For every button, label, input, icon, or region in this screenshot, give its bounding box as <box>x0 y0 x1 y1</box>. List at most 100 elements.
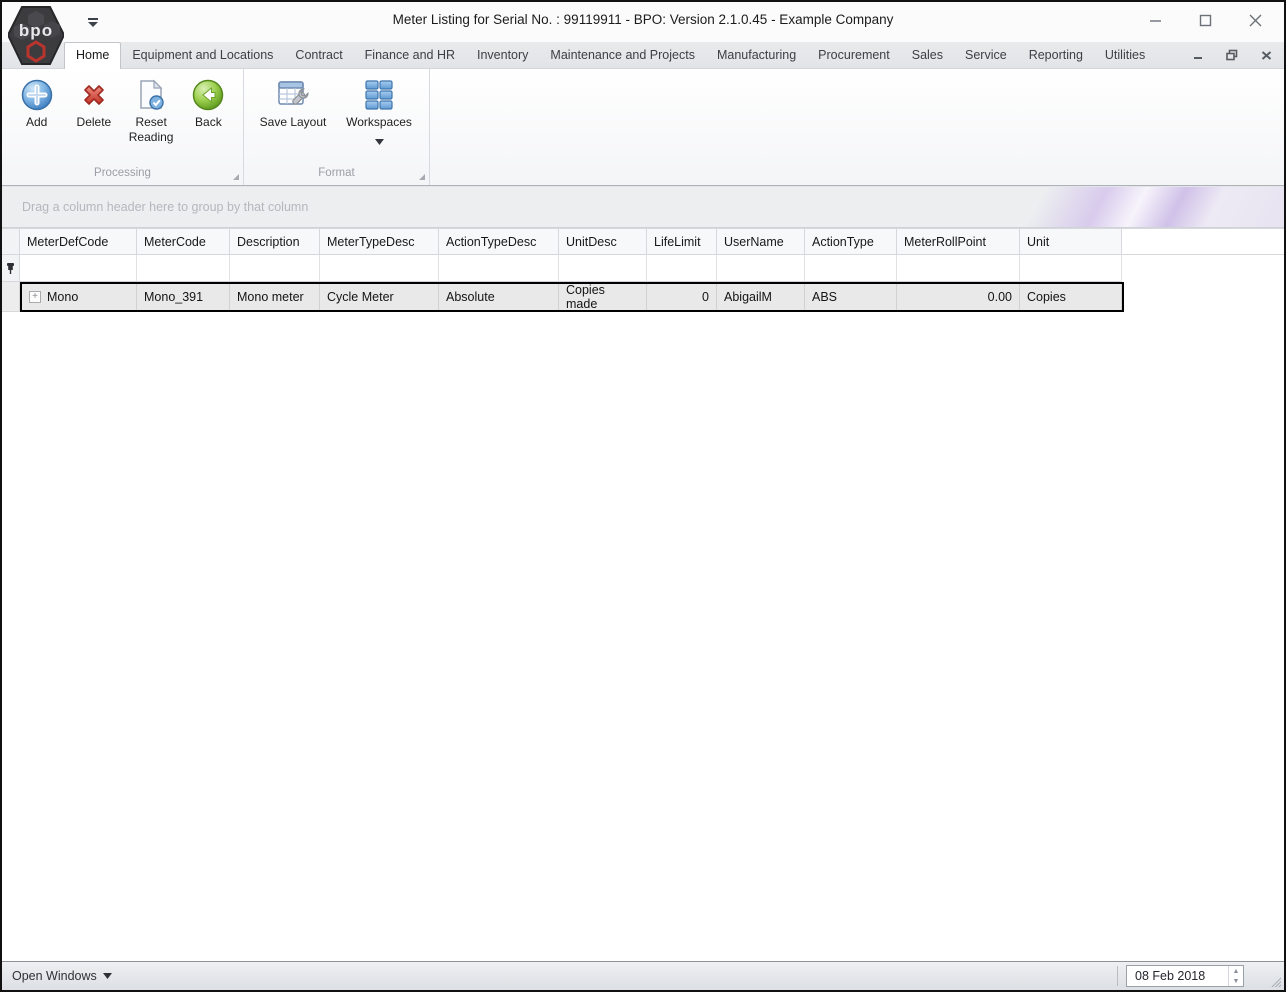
date-editor[interactable]: 08 Feb 2018 ▲ ▼ <box>1126 965 1244 987</box>
add-plus-circle-icon <box>20 78 54 112</box>
filter-cell-actiontypedesc[interactable] <box>439 255 559 282</box>
statusbar-separator <box>1117 966 1118 986</box>
column-header-unit[interactable]: Unit <box>1020 228 1122 255</box>
filter-cell-metertypedesc[interactable] <box>320 255 439 282</box>
titlebar: bpo Meter Listing for Serial No. : 99119… <box>2 2 1284 65</box>
back-button[interactable]: Back <box>180 73 237 130</box>
workspaces-button-label: Workspaces <box>346 115 412 129</box>
header-filler <box>1122 228 1284 255</box>
row-filler <box>1124 282 1284 312</box>
bpo-logo-icon: bpo <box>6 5 66 66</box>
minimize-button[interactable] <box>1144 10 1166 30</box>
cell-username[interactable]: AbigailM <box>717 284 805 310</box>
tab-contract[interactable]: Contract <box>284 43 353 68</box>
save-layout-table-wrench-icon <box>276 78 310 112</box>
filter-cell-metercode[interactable] <box>137 255 230 282</box>
filter-cell-unit[interactable] <box>1020 255 1122 282</box>
add-button[interactable]: Add <box>8 73 65 130</box>
meter-listing-grid: MeterDefCode MeterCode Description Meter… <box>2 228 1284 961</box>
cell-description[interactable]: Mono meter <box>230 284 320 310</box>
cell-metertypedesc[interactable]: Cycle Meter <box>320 284 439 310</box>
mdi-restore-button[interactable] <box>1224 48 1240 62</box>
filter-cell-lifelimit[interactable] <box>647 255 717 282</box>
tab-utilities[interactable]: Utilities <box>1094 43 1156 68</box>
grid-filter-row <box>2 255 1284 282</box>
filter-filler <box>1122 255 1284 282</box>
maximize-button[interactable] <box>1194 10 1216 30</box>
filter-pin-icon <box>2 255 20 282</box>
cell-actiontype[interactable]: ABS <box>805 284 897 310</box>
group-by-panel[interactable]: Drag a column header here to group by th… <box>2 186 1284 228</box>
tab-equipment-and-locations[interactable]: Equipment and Locations <box>121 43 284 68</box>
cell-meterrollpoint[interactable]: 0.00 <box>897 284 1020 310</box>
column-header-unitdesc[interactable]: UnitDesc <box>559 228 647 255</box>
cell-unitdesc[interactable]: Copies made <box>559 283 647 311</box>
tab-service[interactable]: Service <box>954 43 1018 68</box>
tab-sales[interactable]: Sales <box>901 43 954 68</box>
reset-reading-button-label: Reset Reading <box>128 115 174 144</box>
filter-cell-meterdefcode[interactable] <box>20 255 137 282</box>
tab-inventory[interactable]: Inventory <box>466 43 539 68</box>
cell-actiontypedesc[interactable]: Absolute <box>439 284 559 310</box>
group-by-hint: Drag a column header here to group by th… <box>22 200 309 214</box>
workspaces-button[interactable]: Workspaces <box>336 73 422 148</box>
filter-cell-username[interactable] <box>717 255 805 282</box>
open-windows-button[interactable]: Open Windows <box>12 969 112 983</box>
filter-cell-description[interactable] <box>230 255 320 282</box>
cell-unit[interactable]: Copies <box>1020 284 1122 310</box>
column-header-lifelimit[interactable]: LifeLimit <box>647 228 717 255</box>
lavender-decoration <box>1024 187 1284 227</box>
spinner-up-icon[interactable]: ▲ <box>1229 966 1243 976</box>
cell-metercode[interactable]: Mono_391 <box>137 284 230 310</box>
tab-procurement[interactable]: Procurement <box>807 43 901 68</box>
mdi-minimize-button[interactable] <box>1190 48 1206 62</box>
cell-lifelimit[interactable]: 0 <box>647 284 717 310</box>
ribbon-group-processing: Add Delete Reset Reading Back Processing <box>2 69 244 185</box>
row-expand-icon[interactable]: + <box>29 291 41 303</box>
column-header-username[interactable]: UserName <box>717 228 805 255</box>
column-header-meterrollpoint[interactable]: MeterRollPoint <box>897 228 1020 255</box>
group-dialog-launcher-icon[interactable] <box>419 174 425 180</box>
save-layout-button-label: Save Layout <box>259 115 327 129</box>
table-row: + Mono Mono_391 Mono meter Cycle Meter A… <box>2 282 1284 312</box>
column-header-metertypedesc[interactable]: MeterTypeDesc <box>320 228 439 255</box>
statusbar: Open Windows 08 Feb 2018 ▲ ▼ <box>2 961 1284 990</box>
group-dialog-launcher-icon[interactable] <box>233 174 239 180</box>
close-button[interactable] <box>1244 10 1266 30</box>
resize-grip[interactable] <box>1268 974 1281 987</box>
tab-manufacturing[interactable]: Manufacturing <box>706 43 807 68</box>
app-window: bpo Meter Listing for Serial No. : 99119… <box>0 0 1286 992</box>
workspaces-grid-icon <box>362 78 396 112</box>
mdi-close-button[interactable] <box>1258 48 1274 62</box>
grid-header-row: MeterDefCode MeterCode Description Meter… <box>2 228 1284 255</box>
ribbon: Add Delete Reset Reading Back Processing… <box>2 69 1284 186</box>
column-header-description[interactable]: Description <box>230 228 320 255</box>
save-layout-button[interactable]: Save Layout <box>250 73 336 130</box>
column-header-actiontypedesc[interactable]: ActionTypeDesc <box>439 228 559 255</box>
column-header-actiontype[interactable]: ActionType <box>805 228 897 255</box>
filter-cell-unitdesc[interactable] <box>559 255 647 282</box>
tab-maintenance-and-projects[interactable]: Maintenance and Projects <box>539 43 706 68</box>
cell-meterdefcode[interactable]: + Mono <box>22 284 137 310</box>
tab-home[interactable]: Home <box>64 42 122 69</box>
reset-reading-button[interactable]: Reset Reading <box>123 73 180 145</box>
filter-cell-actiontype[interactable] <box>805 255 897 282</box>
ribbon-group-format: Save Layout Workspaces Format <box>244 69 430 185</box>
grid-empty-area <box>2 312 1284 961</box>
column-header-metercode[interactable]: MeterCode <box>137 228 230 255</box>
date-spinner: ▲ ▼ <box>1228 966 1243 986</box>
spinner-down-icon[interactable]: ▼ <box>1229 976 1243 986</box>
tab-finance-and-hr[interactable]: Finance and HR <box>354 43 466 68</box>
ribbon-empty-area <box>430 69 1284 185</box>
window-controls <box>1144 10 1266 30</box>
back-button-label: Back <box>195 115 222 129</box>
date-value[interactable]: 08 Feb 2018 <box>1127 969 1228 983</box>
back-arrow-circle-icon <box>191 78 225 112</box>
filter-cell-meterrollpoint[interactable] <box>897 255 1020 282</box>
row-indicator <box>2 282 20 312</box>
tab-reporting[interactable]: Reporting <box>1018 43 1094 68</box>
column-header-meterdefcode[interactable]: MeterDefCode <box>20 228 137 255</box>
delete-button[interactable]: Delete <box>65 73 122 130</box>
focused-row-border[interactable]: + Mono Mono_391 Mono meter Cycle Meter A… <box>20 282 1124 312</box>
window-title: Meter Listing for Serial No. : 99119911 … <box>392 12 894 27</box>
